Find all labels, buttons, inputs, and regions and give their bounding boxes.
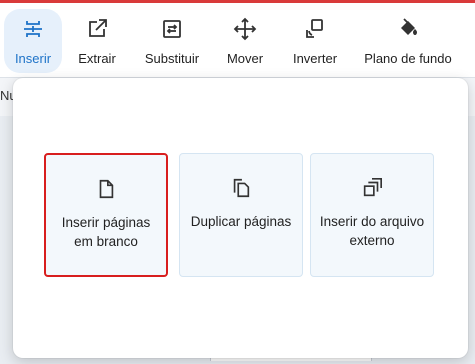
duplicate-pages-icon [229,176,253,200]
rotate-button[interactable]: Inverter [288,9,342,73]
insert-button[interactable]: Inserir [4,9,62,73]
extract-button[interactable]: Extrair [72,9,122,73]
insert-options-popover: Inserir páginas em branco Duplicar págin… [13,78,468,358]
extract-icon [85,17,109,41]
extract-label: Extrair [78,51,116,66]
background-button[interactable]: Plano de fundo [360,9,456,73]
paint-bucket-icon [396,17,420,41]
background-label: Plano de fundo [364,51,452,66]
insert-external-file-label: Inserir do arquivo externo [319,214,425,248]
rotate-icon [303,17,327,41]
insert-external-file-option[interactable]: Inserir do arquivo externo [310,153,434,277]
external-file-icon [360,176,384,200]
rotate-label: Inverter [292,51,338,66]
toolbar: Inserir Extrair Substituir Mover Inverte… [0,3,475,78]
duplicate-pages-label: Duplicar páginas [190,214,292,229]
replace-icon [160,17,184,41]
insert-blank-pages-label: Inserir páginas em branco [61,215,151,249]
move-button[interactable]: Mover [222,9,268,73]
insert-label: Inserir [14,51,52,66]
move-label: Mover [226,51,264,66]
insert-blank-pages-option[interactable]: Inserir páginas em branco [44,153,168,277]
duplicate-pages-option[interactable]: Duplicar páginas [179,153,303,277]
insert-icon [21,17,45,41]
move-icon [233,17,257,41]
replace-button[interactable]: Substituir [140,9,204,73]
blank-page-icon [94,177,118,201]
replace-label: Substituir [144,51,200,66]
